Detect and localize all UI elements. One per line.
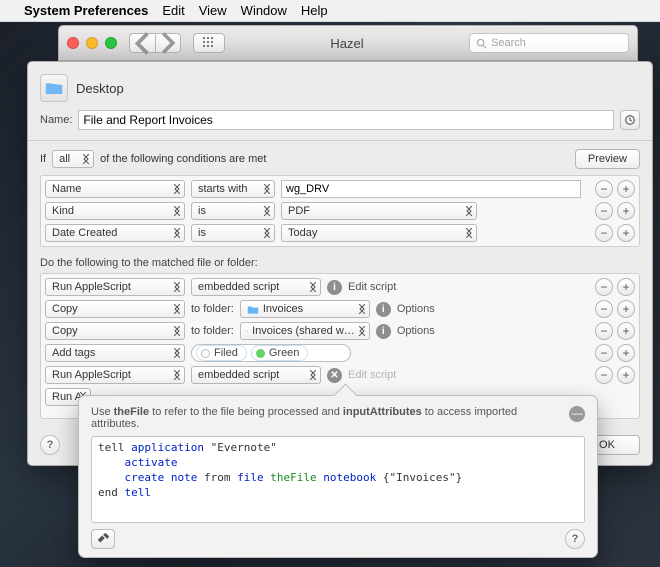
remove-action-button[interactable]: − (595, 322, 613, 340)
app-menu[interactable]: System Preferences (24, 3, 148, 18)
preview-button[interactable]: Preview (575, 149, 640, 169)
options-link[interactable]: Options (397, 303, 435, 315)
condition-operator-select[interactable]: is (191, 224, 275, 242)
actions-label: Do the following to the matched file or … (40, 257, 640, 269)
add-condition-button[interactable]: + (617, 202, 635, 220)
destination-folder-select[interactable]: Invoices (shared w… (240, 322, 370, 340)
search-icon (476, 38, 487, 49)
to-folder-label: to folder: (191, 303, 234, 315)
to-folder-label: to folder: (191, 325, 234, 337)
folder-icon (40, 74, 68, 102)
window-zoom-button[interactable] (105, 37, 117, 49)
tag-item[interactable]: Filed (196, 345, 247, 361)
folder-icon (247, 305, 259, 314)
remove-condition-button[interactable]: − (595, 180, 613, 198)
add-action-button[interactable]: + (617, 366, 635, 384)
condition-value-select[interactable]: Today (281, 224, 477, 242)
remove-action-button[interactable]: − (595, 344, 613, 362)
compile-button[interactable] (91, 529, 115, 549)
clear-icon[interactable]: ✕ (327, 368, 342, 383)
show-all-button[interactable] (193, 33, 225, 53)
remove-action-button[interactable]: − (595, 300, 613, 318)
popover-hint: Use theFile to refer to the file being p… (91, 406, 585, 430)
close-hint-button[interactable]: — (569, 406, 585, 422)
menu-help[interactable]: Help (301, 3, 328, 18)
add-action-button[interactable]: + (617, 322, 635, 340)
match-scope-select[interactable]: all (52, 150, 94, 168)
menu-window[interactable]: Window (241, 3, 287, 18)
action-row: Copy to folder: Invoices (shared w… i Op… (45, 322, 635, 340)
nav-buttons (129, 33, 181, 53)
script-source-select[interactable]: embedded script (191, 278, 321, 296)
forward-button[interactable] (155, 33, 181, 53)
menu-edit[interactable]: Edit (162, 3, 184, 18)
conditions-list: Name starts with −+ Kind is PDF −+ Date … (40, 175, 640, 247)
edit-script-link[interactable]: Edit script (348, 281, 396, 293)
info-icon: i (376, 324, 391, 339)
add-action-button[interactable]: + (617, 344, 635, 362)
search-placeholder: Search (491, 37, 526, 49)
options-link[interactable]: Options (397, 325, 435, 337)
menubar: System Preferences Edit View Window Help (0, 0, 660, 22)
condition-value-input[interactable] (281, 180, 581, 198)
tags-input[interactable]: Filed Green (191, 344, 351, 362)
folder-icon (247, 327, 248, 336)
help-button[interactable]: ? (40, 435, 60, 455)
action-select[interactable]: Run AppleScript (45, 278, 185, 296)
if-suffix: of the following conditions are met (100, 153, 266, 165)
action-row: Run AppleScript embedded script ✕ Edit s… (45, 366, 635, 384)
condition-operator-select[interactable]: is (191, 202, 275, 220)
info-icon: i (376, 302, 391, 317)
tag-color-dot (256, 349, 265, 358)
edit-script-link[interactable]: Edit script (348, 369, 396, 381)
hammer-icon (96, 532, 110, 546)
action-select[interactable]: Copy (45, 300, 185, 318)
script-source-select[interactable]: embedded script (191, 366, 321, 384)
condition-attribute-select[interactable]: Kind (45, 202, 185, 220)
search-input[interactable]: Search (469, 33, 629, 53)
script-textarea[interactable]: tell application "Evernote" activate cre… (91, 436, 585, 523)
condition-attribute-select[interactable]: Name (45, 180, 185, 198)
name-label: Name: (40, 114, 72, 126)
condition-value-select[interactable]: PDF (281, 202, 477, 220)
condition-operator-select[interactable]: starts with (191, 180, 275, 198)
condition-attribute-select[interactable]: Date Created (45, 224, 185, 242)
back-button[interactable] (129, 33, 155, 53)
preferences-window: Hazel Search (58, 25, 638, 61)
action-row: Add tags Filed Green −+ (45, 344, 635, 362)
action-row: Run AppleScript embedded script i Edit s… (45, 278, 635, 296)
remove-action-button[interactable]: − (595, 278, 613, 296)
condition-row: Kind is PDF −+ (45, 202, 635, 220)
add-action-button[interactable]: + (617, 300, 635, 318)
add-condition-button[interactable]: + (617, 224, 635, 242)
action-select[interactable]: Add tags (45, 344, 185, 362)
folder-name: Desktop (76, 81, 124, 96)
remove-action-button[interactable]: − (595, 366, 613, 384)
action-select[interactable]: Copy (45, 322, 185, 340)
info-icon: i (327, 280, 342, 295)
popover-help-button[interactable]: ? (565, 529, 585, 549)
action-row: Copy to folder: Invoices i Options −+ (45, 300, 635, 318)
remove-condition-button[interactable]: − (595, 224, 613, 242)
tag-color-dot (201, 349, 210, 358)
titlebar: Hazel Search (58, 25, 638, 61)
window-close-button[interactable] (67, 37, 79, 49)
add-action-button[interactable]: + (617, 278, 635, 296)
revisions-button[interactable] (620, 110, 640, 130)
rule-name-input[interactable] (78, 110, 614, 130)
condition-row: Date Created is Today −+ (45, 224, 635, 242)
tag-item[interactable]: Green (251, 345, 309, 361)
destination-folder-select[interactable]: Invoices (240, 300, 370, 318)
remove-condition-button[interactable]: − (595, 202, 613, 220)
if-prefix: If (40, 153, 46, 165)
action-select[interactable]: Run AppleScript (45, 366, 185, 384)
add-condition-button[interactable]: + (617, 180, 635, 198)
window-minimize-button[interactable] (86, 37, 98, 49)
menu-view[interactable]: View (199, 3, 227, 18)
window-title: Hazel (233, 36, 461, 51)
condition-row: Name starts with −+ (45, 180, 635, 198)
script-editor-popover: Use theFile to refer to the file being p… (78, 395, 598, 558)
